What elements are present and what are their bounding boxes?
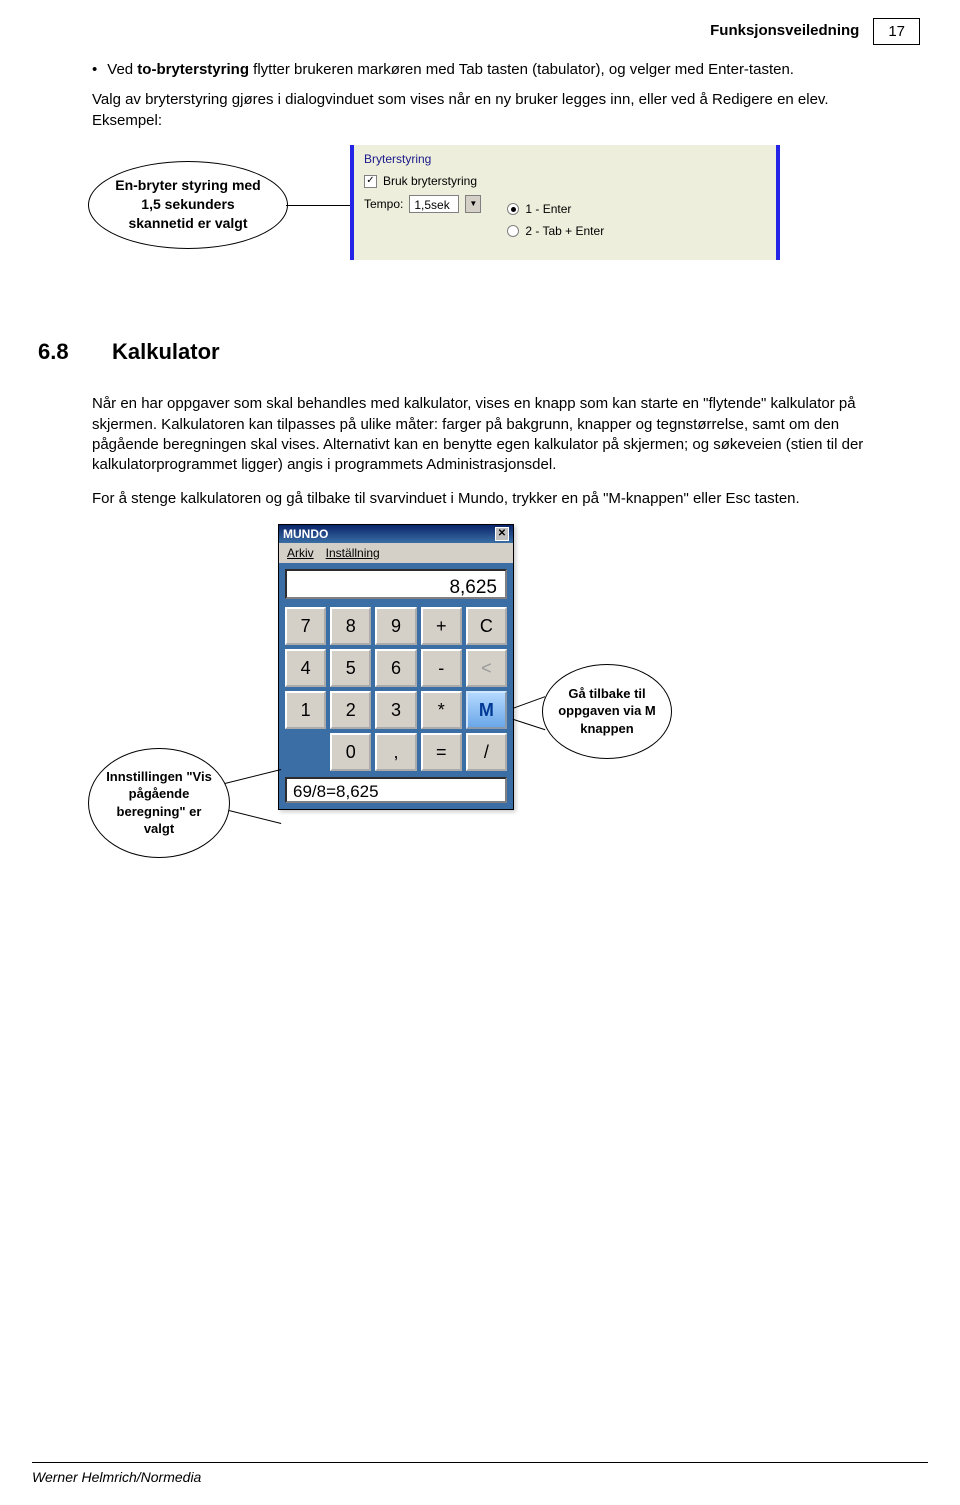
calc-button-9[interactable]: 9: [375, 607, 416, 645]
paragraph-2: Når en har oppgaver som skal behandles m…: [92, 394, 900, 475]
calculator-titlebar[interactable]: MUNDO ✕: [279, 525, 513, 543]
use-bryterstyring-checkbox[interactable]: ✓: [364, 175, 377, 188]
calc-button-5[interactable]: 5: [330, 649, 371, 687]
tempo-input[interactable]: 1,5sek: [409, 195, 459, 213]
bullet-dot-icon: [92, 60, 97, 80]
page-header: Funksjonsveiledning 17: [710, 18, 920, 45]
section-title: Kalkulator: [112, 337, 220, 367]
callout-line: [225, 769, 282, 784]
callout-line: [225, 809, 282, 824]
bullet-rest: flytter brukeren markøren med Tab tasten…: [249, 61, 794, 78]
tempo-label: Tempo:: [364, 196, 403, 212]
group-label: Bryterstyring: [364, 151, 766, 167]
figure-calculator: MUNDO ✕ Arkiv Inställning 8,625 7 8 9 + …: [92, 524, 900, 864]
calc-button-6[interactable]: 6: [375, 649, 416, 687]
page-footer: Werner Helmrich/Normedia: [32, 1462, 928, 1485]
calc-button-m[interactable]: M: [466, 691, 507, 729]
calc-button-plus[interactable]: +: [421, 607, 462, 645]
calculator-display: 8,625: [285, 569, 507, 599]
calc-button-comma[interactable]: ,: [375, 733, 416, 771]
bullet-item: Ved to-bryterstyring flytter brukeren ma…: [92, 60, 900, 80]
menu-arkiv[interactable]: Arkiv: [287, 545, 314, 561]
main-content: Ved to-bryterstyring flytter brukeren ma…: [92, 60, 900, 864]
calc-button-back[interactable]: <: [466, 649, 507, 687]
calc-button-minus[interactable]: -: [421, 649, 462, 687]
paragraph-1: Valg av bryterstyring gjøres i dialogvin…: [92, 90, 900, 131]
callout-m-button: Gå tilbake til oppgaven via M knappen: [542, 664, 672, 759]
radio-2-label: 2 - Tab + Enter: [525, 223, 604, 239]
close-icon[interactable]: ✕: [495, 527, 509, 541]
radio-1-label: 1 - Enter: [525, 201, 571, 217]
use-bryterstyring-label: Bruk bryterstyring: [383, 173, 477, 189]
figure-bryterstyring: En-bryter styring med 1,5 sekunders skan…: [78, 145, 900, 295]
radio-2-tab-enter[interactable]: [507, 225, 519, 237]
bullet-prefix: Ved: [107, 61, 137, 78]
radio-1-enter[interactable]: [507, 203, 519, 215]
calc-button-4[interactable]: 4: [285, 649, 326, 687]
calc-button-clear[interactable]: C: [466, 607, 507, 645]
footer-author: Werner Helmrich/Normedia: [32, 1469, 201, 1485]
section-heading: 6.8 Kalkulator: [38, 337, 900, 367]
section-number: 6.8: [38, 337, 82, 367]
header-title: Funksjonsveiledning: [710, 18, 873, 45]
calculator-running-display: 69/8=8,625: [285, 777, 507, 803]
calc-button-7[interactable]: 7: [285, 607, 326, 645]
page-number: 17: [873, 18, 920, 45]
bullet-bold: to-bryterstyring: [137, 61, 249, 78]
calc-button-3[interactable]: 3: [375, 691, 416, 729]
tempo-dropdown-button[interactable]: ▼: [465, 195, 481, 213]
calc-button-equals[interactable]: =: [421, 733, 462, 771]
callout-running-calc: Innstillingen "Vis pågående beregning" e…: [88, 748, 230, 858]
paragraph-3: For å stenge kalkulatoren og gå tilbake …: [92, 489, 900, 509]
calc-button-multiply[interactable]: *: [421, 691, 462, 729]
calc-button-0[interactable]: 0: [330, 733, 371, 771]
callout-line: [286, 205, 350, 206]
menu-installning[interactable]: Inställning: [326, 545, 380, 561]
calc-button-8[interactable]: 8: [330, 607, 371, 645]
calc-button-1[interactable]: 1: [285, 691, 326, 729]
bullet-text: Ved to-bryterstyring flytter brukeren ma…: [107, 60, 900, 80]
calculator-title: MUNDO: [283, 526, 495, 542]
calculator-menubar: Arkiv Inställning: [279, 543, 513, 563]
calc-button-2[interactable]: 2: [330, 691, 371, 729]
calculator-window: MUNDO ✕ Arkiv Inställning 8,625 7 8 9 + …: [278, 524, 514, 810]
calc-button-divide[interactable]: /: [466, 733, 507, 771]
callout-line: [513, 696, 545, 709]
callout-scan-settings: En-bryter styring med 1,5 sekunders skan…: [88, 161, 288, 249]
bryterstyring-panel: Bryterstyring ✓ Bruk bryterstyring Tempo…: [350, 145, 780, 260]
callout-line: [513, 718, 546, 729]
